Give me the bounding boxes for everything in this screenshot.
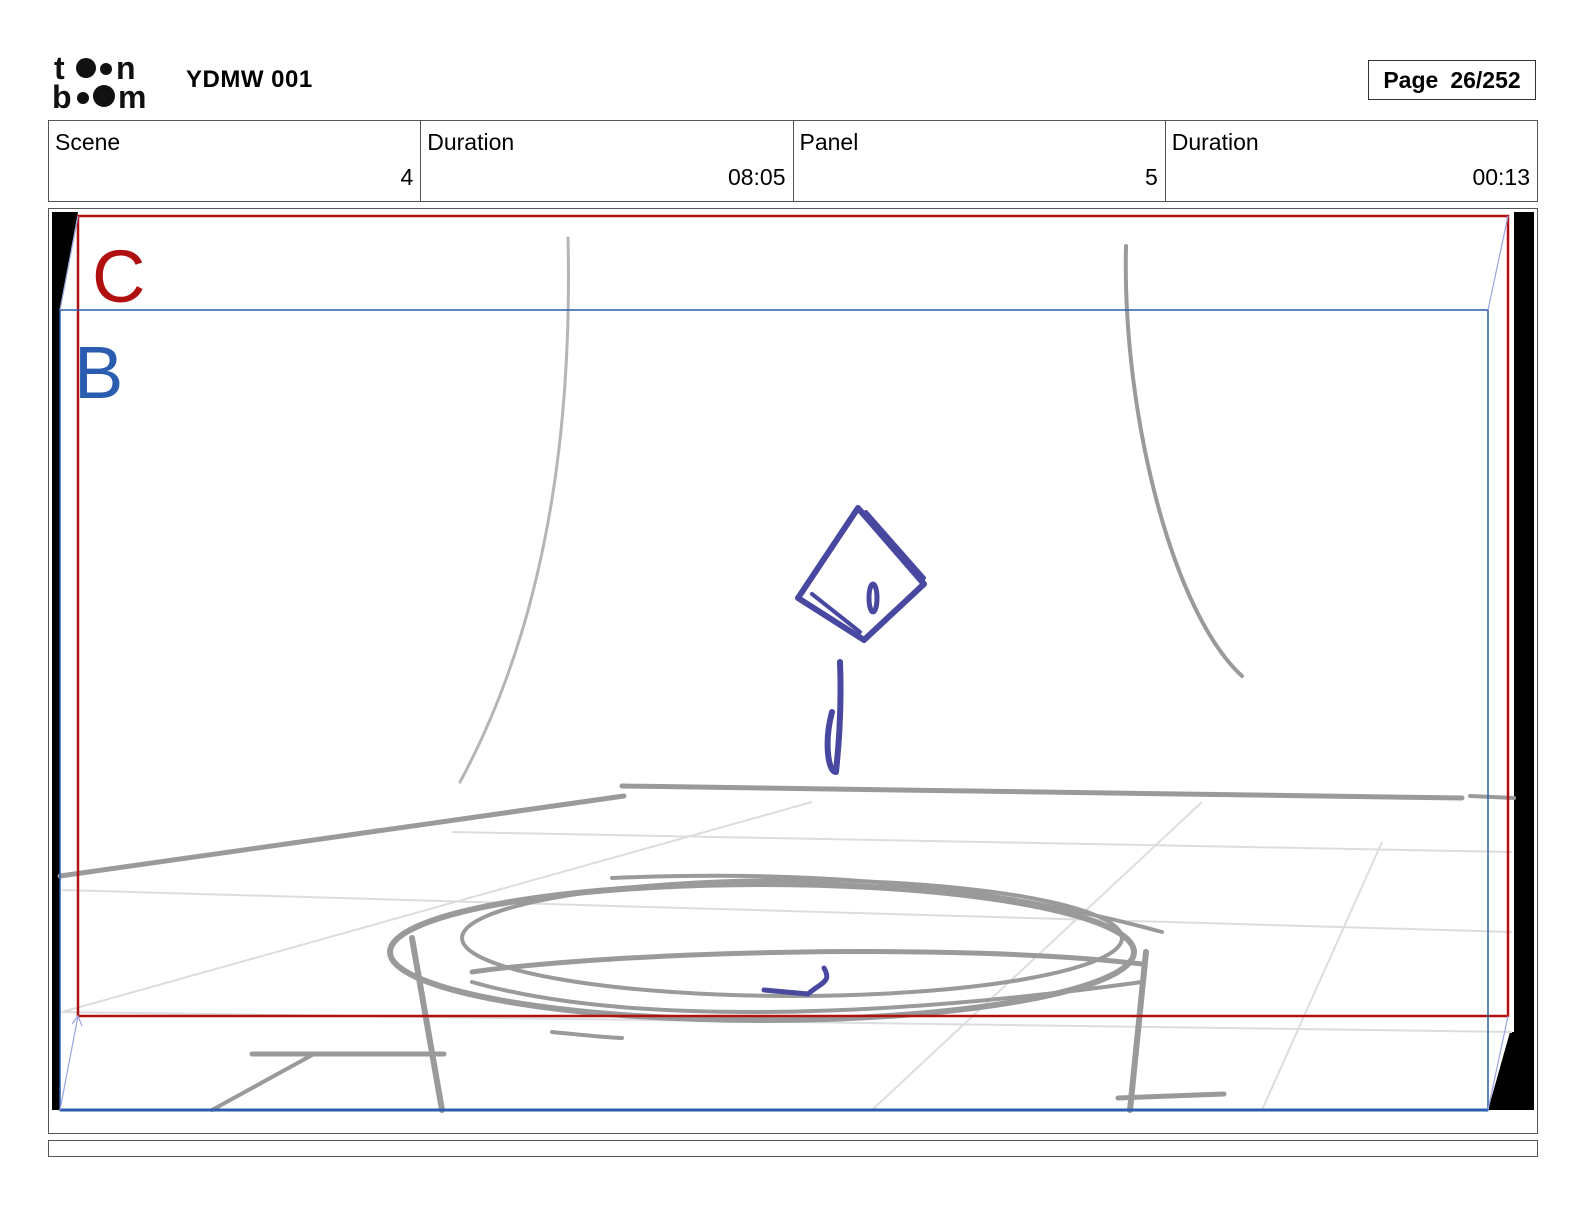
scene-duration-cell: Duration 08:05 — [421, 121, 794, 201]
page-indicator: Page 26/252 — [1368, 60, 1536, 100]
panel-duration-value: 00:13 — [1472, 164, 1530, 190]
camera-c-label: C — [92, 235, 145, 318]
page-number: 26/252 — [1450, 66, 1521, 93]
panel-value: 5 — [1144, 164, 1158, 190]
scene-cell: Scene 4 — [49, 121, 422, 201]
panel-duration-cell: Duration 00:13 — [1166, 121, 1537, 201]
scene-duration-label: Duration — [427, 129, 515, 155]
page-label: Page — [1383, 66, 1439, 93]
panel-info-table: Scene 4 Duration 08:05 Panel 5 Duration … — [48, 120, 1538, 202]
scene-label: Scene — [55, 129, 121, 155]
panel-cell: Panel 5 — [794, 121, 1166, 201]
toon-boom-logo: t n b m — [52, 52, 146, 112]
svg-text:m: m — [118, 79, 146, 112]
svg-text:b: b — [52, 79, 72, 112]
project-title: YDMW 001 — [186, 66, 313, 93]
caption-box — [48, 1140, 1538, 1157]
panel-duration-label: Duration — [1171, 129, 1259, 155]
storyboard-panel-image: C B — [52, 212, 1534, 1130]
panel-label: Panel — [799, 129, 859, 155]
scene-value: 4 — [400, 164, 414, 190]
camera-b-label: B — [74, 331, 123, 414]
scene-duration-value: 08:05 — [727, 164, 786, 190]
